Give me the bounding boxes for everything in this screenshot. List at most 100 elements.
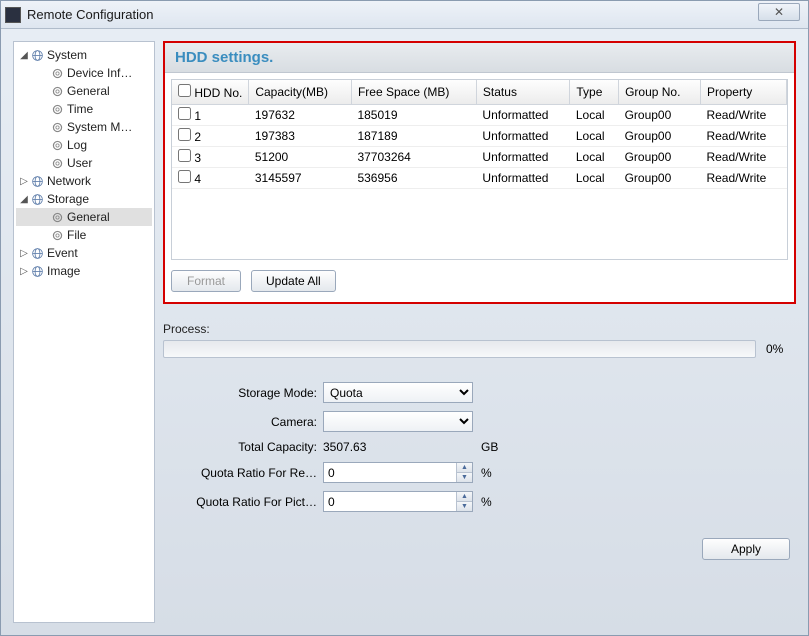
apply-row: Apply xyxy=(163,538,796,560)
close-icon: ✕ xyxy=(774,5,784,19)
gear-icon xyxy=(50,210,64,224)
sidebar-item-label: Log xyxy=(67,138,87,152)
app-icon xyxy=(5,7,21,23)
gear-icon xyxy=(50,66,64,80)
apply-button[interactable]: Apply xyxy=(702,538,790,560)
sidebar-item-user[interactable]: User xyxy=(16,154,152,172)
settings-form: Storage Mode: Quota Camera: Total Capaci… xyxy=(163,382,796,520)
table-row[interactable]: 2197383187189UnformattedLocalGroup00Read… xyxy=(172,126,787,147)
col-header[interactable]: Capacity(MB) xyxy=(249,80,352,105)
quota-record-unit: % xyxy=(481,466,492,480)
col-header[interactable]: HDD No. xyxy=(172,80,249,105)
row-checkbox[interactable] xyxy=(178,128,191,141)
cell-capacity: 51200 xyxy=(249,147,352,168)
hdd-table: HDD No.Capacity(MB)Free Space (MB)Status… xyxy=(172,80,787,189)
sidebar-item-label: System xyxy=(47,48,87,62)
sidebar-item-label: User xyxy=(67,156,92,170)
sidebar-item-general[interactable]: General xyxy=(16,208,152,226)
format-button[interactable]: Format xyxy=(171,270,241,292)
cell-free: 185019 xyxy=(351,105,476,126)
sidebar-item-log[interactable]: Log xyxy=(16,136,152,154)
label-quota-record: Quota Ratio For Re… xyxy=(163,466,323,480)
tree-toggle-icon: ▷ xyxy=(18,266,30,277)
cell-group: Group00 xyxy=(619,105,701,126)
spin-up-icon[interactable]: ▲ xyxy=(457,492,472,502)
select-all-checkbox[interactable] xyxy=(178,84,191,97)
quota-record-input[interactable] xyxy=(324,463,456,482)
config-window: Remote Configuration ✕ ◢SystemDevice Inf… xyxy=(0,0,809,636)
total-capacity-value: 3507.63 xyxy=(323,440,473,454)
sidebar: ◢SystemDevice Inf…GeneralTimeSystem M…Lo… xyxy=(13,41,155,623)
progress-row: 0% xyxy=(163,340,796,358)
sidebar-item-general[interactable]: General xyxy=(16,82,152,100)
spin-up-icon[interactable]: ▲ xyxy=(457,463,472,473)
sidebar-item-device-inf-[interactable]: Device Inf… xyxy=(16,64,152,82)
col-header[interactable]: Group No. xyxy=(619,80,701,105)
cell-capacity: 197632 xyxy=(249,105,352,126)
quota-picture-input[interactable] xyxy=(324,492,456,511)
col-header[interactable]: Type xyxy=(570,80,619,105)
table-row[interactable]: 43145597536956UnformattedLocalGroup00Rea… xyxy=(172,168,787,189)
cell-group: Group00 xyxy=(619,147,701,168)
col-header[interactable]: Status xyxy=(476,80,569,105)
cell-type: Local xyxy=(570,147,619,168)
row-quota-record: Quota Ratio For Re… ▲ ▼ % xyxy=(163,462,796,483)
cell-capacity: 3145597 xyxy=(249,168,352,189)
sidebar-item-label: Image xyxy=(47,264,80,278)
globe-icon xyxy=(30,192,44,206)
sidebar-item-event[interactable]: ▷Event xyxy=(16,244,152,262)
cell-free: 37703264 xyxy=(351,147,476,168)
sidebar-item-system-m-[interactable]: System M… xyxy=(16,118,152,136)
sidebar-item-label: Storage xyxy=(47,192,89,206)
sidebar-item-label: General xyxy=(67,210,110,224)
update-all-button[interactable]: Update All xyxy=(251,270,336,292)
col-header[interactable]: Free Space (MB) xyxy=(351,80,476,105)
titlebar: Remote Configuration ✕ xyxy=(1,1,808,29)
camera-select[interactable] xyxy=(323,411,473,432)
cell-group: Group00 xyxy=(619,168,701,189)
main-panel: HDD settings. HDD No.Capacity(MB)Free Sp… xyxy=(163,41,796,623)
sidebar-item-label: System M… xyxy=(67,120,132,134)
table-row[interactable]: 35120037703264UnformattedLocalGroup00Rea… xyxy=(172,147,787,168)
storage-mode-select[interactable]: Quota xyxy=(323,382,473,403)
cell-type: Local xyxy=(570,105,619,126)
hdd-button-row: Format Update All xyxy=(165,264,794,302)
gear-icon xyxy=(50,138,64,152)
row-checkbox[interactable] xyxy=(178,149,191,162)
cell-status: Unformatted xyxy=(476,126,569,147)
cell-property: Read/Write xyxy=(700,147,786,168)
quota-picture-spinner[interactable]: ▲ ▼ xyxy=(323,491,473,512)
spin-down-icon[interactable]: ▼ xyxy=(457,502,472,511)
label-total-capacity: Total Capacity: xyxy=(163,440,323,454)
sidebar-item-time[interactable]: Time xyxy=(16,100,152,118)
window-title: Remote Configuration xyxy=(27,7,153,22)
table-row[interactable]: 1197632185019UnformattedLocalGroup00Read… xyxy=(172,105,787,126)
cell-group: Group00 xyxy=(619,126,701,147)
progress-bar xyxy=(163,340,756,358)
row-checkbox[interactable] xyxy=(178,170,191,183)
cell-property: Read/Write xyxy=(700,168,786,189)
sidebar-item-network[interactable]: ▷Network xyxy=(16,172,152,190)
sidebar-item-storage[interactable]: ◢Storage xyxy=(16,190,152,208)
row-total-capacity: Total Capacity: 3507.63 GB xyxy=(163,440,796,454)
sidebar-item-system[interactable]: ◢System xyxy=(16,46,152,64)
gear-icon xyxy=(50,102,64,116)
cell-status: Unformatted xyxy=(476,147,569,168)
tree-toggle-icon: ▷ xyxy=(18,248,30,259)
row-storage-mode: Storage Mode: Quota xyxy=(163,382,796,403)
cell-type: Local xyxy=(570,168,619,189)
sidebar-item-label: File xyxy=(67,228,86,242)
label-camera: Camera: xyxy=(163,415,323,429)
sidebar-item-image[interactable]: ▷ Image xyxy=(16,262,152,280)
spin-down-icon[interactable]: ▼ xyxy=(457,473,472,482)
close-button[interactable]: ✕ xyxy=(758,3,800,21)
globe-icon xyxy=(30,264,44,278)
process-label: Process: xyxy=(163,322,796,336)
row-checkbox[interactable] xyxy=(178,107,191,120)
row-quota-picture: Quota Ratio For Pict… ▲ ▼ % xyxy=(163,491,796,512)
sidebar-item-label: Time xyxy=(67,102,93,116)
quota-record-spinner[interactable]: ▲ ▼ xyxy=(323,462,473,483)
col-header[interactable]: Property xyxy=(700,80,786,105)
sidebar-item-file[interactable]: File xyxy=(16,226,152,244)
globe-icon xyxy=(30,174,44,188)
